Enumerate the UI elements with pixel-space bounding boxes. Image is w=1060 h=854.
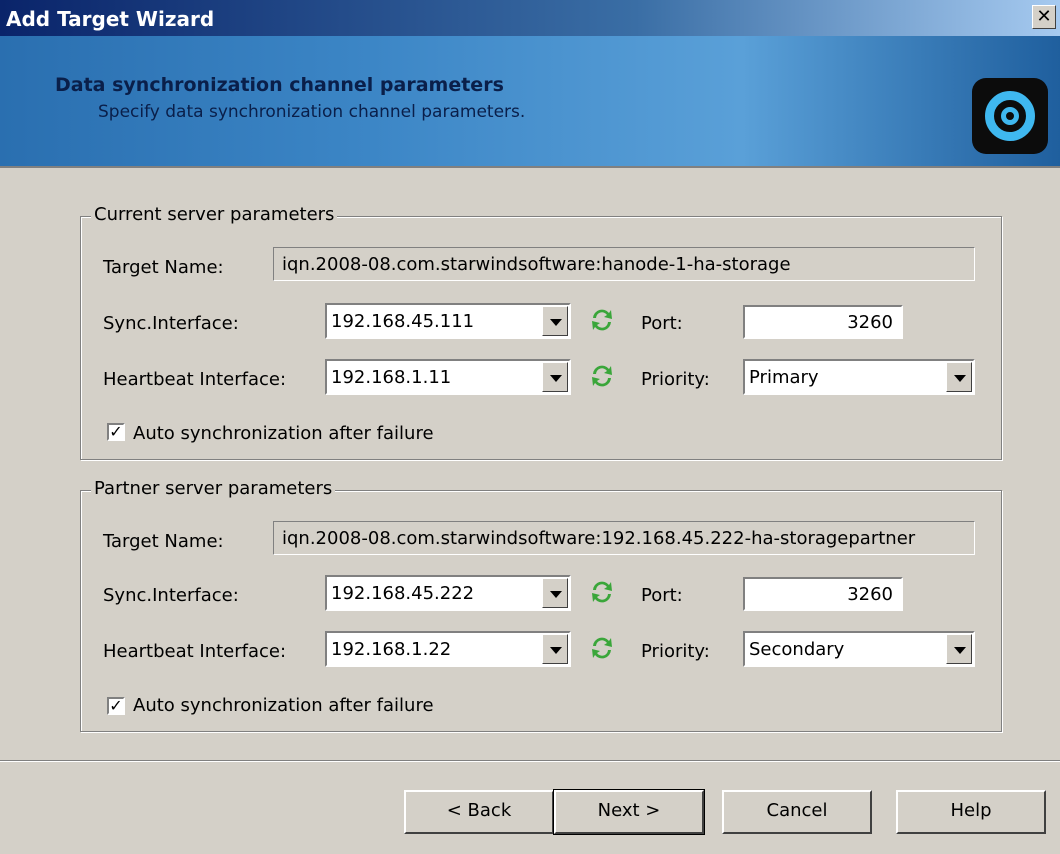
partner-auto-sync-label: Auto synchronization after failure [133,695,434,716]
back-button[interactable]: < Back [404,790,554,834]
current-target-name-label: Target Name: [103,257,224,278]
chevron-down-icon[interactable] [542,306,568,336]
partner-sync-interface-select[interactable]: 192.168.45.222 [325,575,571,611]
partner-target-name-label: Target Name: [103,531,224,552]
current-priority-label: Priority: [641,369,710,390]
close-icon: ✕ [1036,6,1052,27]
partner-auto-sync-checkbox[interactable]: ✓ [107,697,125,715]
chevron-down-icon[interactable] [946,634,972,664]
current-priority-select[interactable]: Primary [743,359,975,395]
current-heartbeat-interface-label: Heartbeat Interface: [103,369,287,390]
partner-port-label: Port: [641,585,683,606]
current-port-label: Port: [641,313,683,334]
header-title: Data synchronization channel parameters [55,74,504,96]
window-title: Add Target Wizard [6,7,215,31]
footer-separator [0,760,1060,762]
partner-heartbeat-interface-select[interactable]: 192.168.1.22 [325,631,571,667]
current-priority-value: Primary [749,367,819,388]
partner-priority-value: Secondary [749,639,845,660]
next-button[interactable]: Next > [553,789,705,835]
header-subtitle: Specify data synchronization channel par… [98,102,526,122]
current-auto-sync-label: Auto synchronization after failure [133,423,434,444]
refresh-icon[interactable] [587,633,617,663]
partner-priority-select[interactable]: Secondary [743,631,975,667]
current-sync-interface-select[interactable]: 192.168.45.111 [325,303,571,339]
refresh-icon[interactable] [587,361,617,391]
partner-port-input[interactable]: 3260 [743,577,903,611]
chevron-down-icon[interactable] [542,578,568,608]
partner-priority-label: Priority: [641,641,710,662]
chevron-down-icon[interactable] [542,634,568,664]
chevron-down-icon[interactable] [946,362,972,392]
wizard-header: Data synchronization channel parameters … [0,36,1060,168]
refresh-icon[interactable] [587,577,617,607]
close-button[interactable]: ✕ [1032,5,1056,29]
partner-heartbeat-interface-value: 192.168.1.22 [331,639,452,660]
partner-server-legend: Partner server parameters [91,478,336,499]
current-target-name-field[interactable]: iqn.2008-08.com.starwindsoftware:hanode-… [273,247,975,281]
current-sync-interface-label: Sync.Interface: [103,313,239,334]
title-bar: Add Target Wizard ✕ [0,0,1060,36]
partner-sync-interface-value: 192.168.45.222 [331,583,475,604]
current-sync-interface-value: 192.168.45.111 [331,311,475,332]
partner-target-name-field[interactable]: iqn.2008-08.com.starwindsoftware:192.168… [273,521,975,555]
current-server-group: Current server parameters Target Name: i… [80,204,1002,460]
current-heartbeat-interface-select[interactable]: 192.168.1.11 [325,359,571,395]
logo-ring-inner [1001,107,1019,125]
chevron-down-icon[interactable] [542,362,568,392]
refresh-icon[interactable] [587,305,617,335]
current-auto-sync-checkbox[interactable]: ✓ [107,423,125,441]
partner-sync-interface-label: Sync.Interface: [103,585,239,606]
current-port-input[interactable]: 3260 [743,305,903,339]
partner-heartbeat-interface-label: Heartbeat Interface: [103,641,287,662]
cancel-button[interactable]: Cancel [722,790,872,834]
starwind-logo-icon [972,78,1048,154]
current-server-legend: Current server parameters [91,204,338,225]
partner-server-group: Partner server parameters Target Name: i… [80,478,1002,732]
current-heartbeat-interface-value: 192.168.1.11 [331,367,452,388]
help-button[interactable]: Help [896,790,1046,834]
